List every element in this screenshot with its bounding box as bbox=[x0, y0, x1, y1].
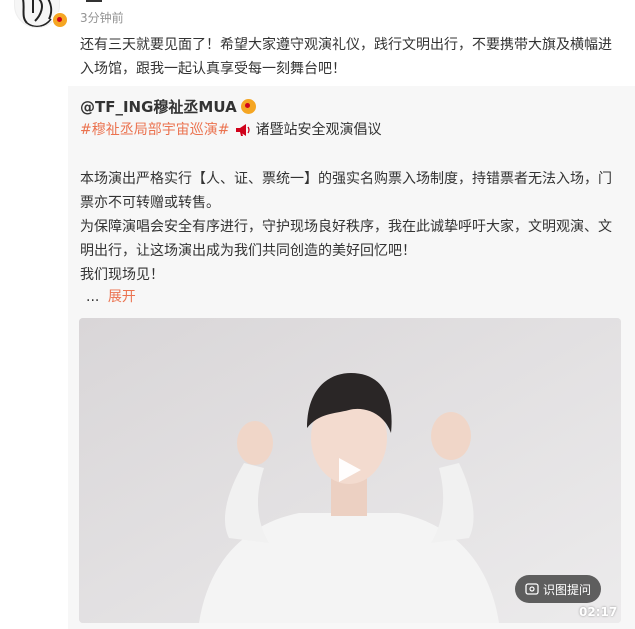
topic-description: 诸暨站安全观演倡议 bbox=[255, 122, 382, 138]
expand-line: ... 展开 bbox=[86, 287, 136, 307]
image-ask-label: 识图提问 bbox=[543, 582, 592, 597]
video-duration: 02:17 bbox=[579, 605, 618, 619]
original-author-line: @TF_ING穆祉丞MUA bbox=[80, 95, 256, 117]
post-text: 还有三天就要见面了！希望大家遵守观演礼仪，践行文明出行，不要携带大旗及横幅进入场… bbox=[80, 37, 612, 77]
verified-badge-icon bbox=[240, 98, 256, 114]
author-name-cut[interactable] bbox=[86, 0, 102, 2]
paragraph: 我们现场见！ bbox=[80, 267, 164, 283]
video-player[interactable]: 识图提问 02:17 bbox=[79, 318, 621, 623]
verified-badge-icon bbox=[52, 12, 68, 28]
snapshot-icon bbox=[525, 583, 539, 595]
ellipsis: ... bbox=[86, 289, 100, 305]
paragraph: 本场演出严格实行【人、证、票统一】的强实名购票入场制度，持错票者无法入场，门票亦… bbox=[80, 171, 612, 211]
topic-line: #穆祉丞局部宇宙巡演# 诸暨站安全观演倡议 bbox=[80, 120, 381, 140]
expand-button[interactable]: 展开 bbox=[108, 289, 136, 305]
repost-card[interactable]: @TF_ING穆祉丞MUA #穆祉丞局部宇宙巡演# 诸暨站安全观演倡议 本场演出… bbox=[68, 86, 635, 629]
post-timestamp[interactable]: 3分钟前 bbox=[80, 9, 124, 26]
play-icon[interactable] bbox=[331, 453, 365, 487]
original-author-link[interactable]: @TF_ING穆祉丞MUA bbox=[80, 96, 237, 117]
megaphone-icon bbox=[236, 124, 251, 136]
topic-link[interactable]: #穆祉丞局部宇宙巡演# bbox=[80, 120, 229, 140]
repost-body: 本场演出严格实行【人、证、票统一】的强实名购票入场制度，持错票者无法入场，门票亦… bbox=[80, 167, 625, 287]
weibo-post: 3分钟前 还有三天就要见面了！希望大家遵守观演礼仪，践行文明出行，不要携带大旗及… bbox=[0, 0, 635, 629]
paragraph: 为保障演唱会安全有序进行，守护现场良好秩序，我在此诚挚呼吁大家，文明观演、文明出… bbox=[80, 219, 612, 259]
image-ask-button[interactable]: 识图提问 bbox=[515, 575, 602, 603]
